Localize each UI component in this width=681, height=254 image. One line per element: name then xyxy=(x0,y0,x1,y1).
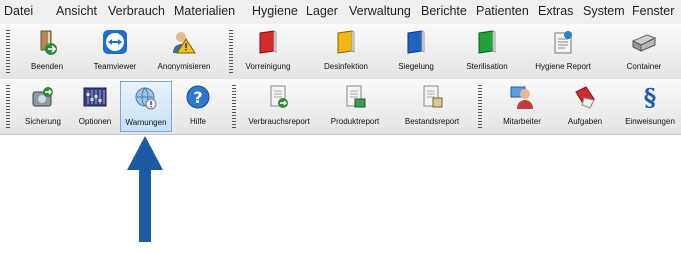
report-icon xyxy=(550,29,576,55)
toolbar-grip[interactable] xyxy=(232,85,236,129)
einweisungen-button[interactable]: § Einweisungen xyxy=(620,81,680,132)
svg-text:§: § xyxy=(644,84,657,110)
menu-verwaltung[interactable]: Verwaltung xyxy=(349,4,411,18)
yellow-book-icon xyxy=(333,29,359,55)
vorreinigung-button[interactable]: Vorreinigung xyxy=(239,26,297,77)
mitarbeiter-button[interactable]: Mitarbeiter xyxy=(493,81,551,132)
blue-book-icon xyxy=(403,29,429,55)
hilfe-button[interactable]: ? Hilfe xyxy=(176,81,220,132)
menu-verbrauch[interactable]: Verbrauch xyxy=(108,4,165,18)
tasks-icon xyxy=(572,84,598,110)
verbrauchsreport-button[interactable]: Verbrauchsreport xyxy=(241,81,317,132)
optionen-button[interactable]: Optionen xyxy=(73,81,117,132)
options-icon xyxy=(82,84,108,110)
menu-extras[interactable]: Extras xyxy=(538,4,573,18)
menu-datei[interactable]: Datei xyxy=(4,4,33,18)
menu-lager[interactable]: Lager xyxy=(306,4,338,18)
toolbar-grip[interactable] xyxy=(478,85,482,129)
menu-materialien[interactable]: Materialien xyxy=(174,4,235,18)
menu-berichte[interactable]: Berichte xyxy=(421,4,467,18)
desinfektion-button[interactable]: Desinfektion xyxy=(317,26,375,77)
exit-door-icon xyxy=(34,29,60,55)
aufgaben-button[interactable]: Aufgaben xyxy=(560,81,610,132)
red-book-icon xyxy=(255,29,281,55)
beenden-button[interactable]: Beenden xyxy=(22,26,72,77)
anonymize-user-icon xyxy=(171,29,197,55)
sterilisation-button[interactable]: Sterilisation xyxy=(458,26,516,77)
sicherung-button[interactable]: Sicherung xyxy=(17,81,69,132)
teamviewer-button[interactable]: Teamviewer xyxy=(90,26,140,77)
paragraph-icon: § xyxy=(637,84,663,110)
menu-patienten[interactable]: Patienten xyxy=(476,4,529,18)
product-report-icon xyxy=(342,84,368,110)
toolbar-grip[interactable] xyxy=(6,30,10,74)
warnungen-button[interactable]: Warnungen xyxy=(120,81,172,132)
toolbar-secondary: Sicherung Optionen Warnungen ? Hilfe Ver… xyxy=(0,79,681,135)
menu-system[interactable]: System xyxy=(583,4,625,18)
menu-ansicht[interactable]: Ansicht xyxy=(56,4,97,18)
hygiene-report-button[interactable]: Hygiene Report xyxy=(528,26,598,77)
annotation-arrow-icon xyxy=(127,136,163,242)
backup-icon xyxy=(30,84,56,110)
toolbar-main: Beenden Teamviewer Anonymisieren Vorrein… xyxy=(0,24,681,80)
menu-fenster[interactable]: Fenster xyxy=(632,4,674,18)
siegelung-button[interactable]: Siegelung xyxy=(389,26,443,77)
help-icon: ? xyxy=(185,84,211,110)
consumption-report-icon xyxy=(266,84,292,110)
produktreport-button[interactable]: Produktreport xyxy=(323,81,387,132)
toolbar-grip[interactable] xyxy=(6,85,10,129)
menu-bar: Datei Ansicht Verbrauch Materialien Hygi… xyxy=(0,0,681,24)
teamviewer-icon xyxy=(102,29,128,55)
menu-hygiene[interactable]: Hygiene xyxy=(252,4,298,18)
employee-icon xyxy=(509,84,535,110)
toolbar-grip[interactable] xyxy=(229,30,233,74)
green-book-icon xyxy=(474,29,500,55)
warning-globe-icon xyxy=(133,85,159,111)
svg-text:?: ? xyxy=(193,88,202,107)
container-icon xyxy=(631,29,657,55)
stock-report-icon xyxy=(419,84,445,110)
bestandsreport-button[interactable]: Bestandsreport xyxy=(396,81,468,132)
container-button[interactable]: Container xyxy=(614,26,674,77)
anonymisieren-button[interactable]: Anonymisieren xyxy=(148,26,220,77)
